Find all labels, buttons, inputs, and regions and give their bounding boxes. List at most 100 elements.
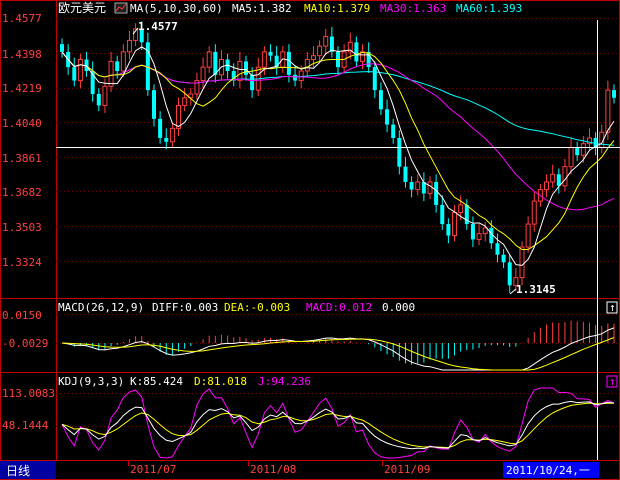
candle-body — [562, 166, 568, 187]
candle-body — [286, 51, 291, 75]
candle-body — [476, 233, 482, 240]
x-label: 2011/08 — [250, 463, 296, 476]
candle-body — [115, 61, 120, 72]
candle-body — [354, 42, 359, 62]
ma5-value: MA5:1.382 — [232, 2, 292, 15]
svg-text:↑: ↑ — [609, 375, 616, 388]
y-label: 1.3503 — [2, 221, 42, 234]
candle-body — [458, 204, 464, 214]
candle-body — [102, 85, 108, 106]
candle-body — [550, 173, 556, 183]
candle-body — [452, 212, 458, 237]
candle-body — [323, 36, 329, 47]
macd-y-label: -0.0029 — [2, 337, 48, 350]
macd-y-label: 0.0150 — [2, 309, 42, 322]
candle-body — [169, 127, 175, 143]
kdj-k: K:85.424 — [130, 375, 183, 388]
y-label: 1.4219 — [2, 82, 42, 95]
macd-extra: 0.000 — [382, 301, 415, 314]
candle-body — [293, 74, 298, 81]
window-title: 欧元美元 — [58, 1, 106, 15]
candle-body — [580, 143, 586, 156]
candle-body — [470, 224, 475, 240]
chart-canvas: 欧元美元 MA(5,10,30,60) MA5:1.382 MA10:1.379… — [0, 0, 620, 480]
candle-body — [317, 45, 323, 57]
candle-body — [244, 61, 248, 75]
macd-params: MACD(26,12,9) — [58, 301, 144, 314]
ma30-value: MA30:1.363 — [380, 2, 446, 15]
candle-body — [403, 166, 408, 182]
kdj-d: D:81.018 — [194, 375, 247, 388]
candle-body — [507, 262, 512, 286]
macd-diff: DIFF:0.003 — [152, 301, 218, 314]
low-label: 1.3145 — [516, 283, 556, 296]
candle-body — [372, 67, 377, 91]
candle-body — [164, 137, 169, 142]
x-axis: 日线 2011/07 2011/08 2011/09 2011/10/24,一 — [0, 461, 599, 479]
candle-body — [96, 93, 101, 106]
candle-body — [495, 243, 500, 255]
candle-body — [108, 60, 114, 87]
kdj-y-label: 113.0083 — [2, 387, 55, 400]
candle-body — [391, 124, 396, 138]
macd-dea: DEA:-0.003 — [224, 301, 290, 314]
candle-body — [605, 89, 611, 133]
kdj-j: J:94.236 — [258, 375, 311, 388]
macd-value: MACD:0.012 — [306, 301, 372, 314]
kdj-y-label: 48.1444 — [2, 419, 49, 432]
cursor-date: 2011/10/24,一 — [506, 464, 590, 477]
ma10-line — [61, 51, 615, 250]
candle-body — [200, 66, 206, 82]
candle-body — [519, 246, 525, 279]
candle-body — [182, 97, 188, 106]
candle-body — [556, 174, 561, 186]
candle-body — [409, 181, 414, 190]
candle-body — [575, 147, 580, 156]
macd-header: MACD(26,12,9) DIFF:0.003 DEA:-0.003 MACD… — [58, 301, 618, 314]
candle-body — [385, 109, 390, 125]
y-label: 1.4577 — [2, 12, 42, 25]
candle-body — [60, 44, 64, 52]
low-marker: 1.3145 — [509, 283, 556, 296]
candle-body — [77, 59, 83, 82]
y-label: 1.3324 — [2, 256, 42, 269]
y-label: 1.3682 — [2, 186, 42, 199]
candle-body — [72, 67, 77, 81]
candle-body — [397, 137, 402, 167]
period-tab-label: 日线 — [6, 464, 30, 478]
candle-body — [268, 51, 273, 56]
candle-body — [120, 51, 126, 72]
candle-body — [310, 55, 316, 61]
svg-text:↑: ↑ — [609, 301, 616, 314]
candle-body — [415, 181, 421, 191]
y-label: 1.4040 — [2, 117, 42, 130]
candle-body — [237, 60, 243, 82]
y-label: 1.4398 — [2, 48, 42, 61]
candle-body — [378, 90, 383, 110]
kdj-j-line — [61, 387, 615, 459]
candle-body — [501, 254, 506, 263]
x-label: 2011/09 — [384, 463, 430, 476]
candle-body — [206, 51, 212, 68]
candle-body — [544, 181, 550, 191]
ma5-line — [61, 46, 615, 266]
candle-body — [612, 90, 616, 98]
kdj-header: KDJ(9,3,3) K:85.424 D:81.018 J:94.236 ↑ — [58, 375, 618, 388]
x-label: 2011/07 — [130, 463, 176, 476]
candle-body — [304, 59, 310, 72]
candle-body — [482, 227, 488, 235]
candle-body — [446, 224, 451, 236]
ma60-value: MA60:1.393 — [456, 2, 522, 15]
candle-body — [126, 39, 132, 53]
high-marker: 1.4577 — [132, 20, 178, 35]
main-yaxis: 1.4577 1.4398 1.4219 1.4040 1.3861 1.368… — [2, 12, 42, 269]
candle-body — [525, 223, 531, 248]
macd-diff-line — [61, 327, 615, 371]
kdj-params: KDJ(9,3,3) — [58, 375, 124, 388]
candle-body — [261, 51, 267, 68]
ma-header: 欧元美元 MA(5,10,30,60) MA5:1.382 MA10:1.379… — [58, 1, 522, 15]
candle-body — [531, 200, 537, 225]
ma-params: MA(5,10,30,60) — [130, 2, 223, 15]
candle-body — [440, 204, 445, 225]
y-label: 1.3861 — [2, 152, 42, 165]
